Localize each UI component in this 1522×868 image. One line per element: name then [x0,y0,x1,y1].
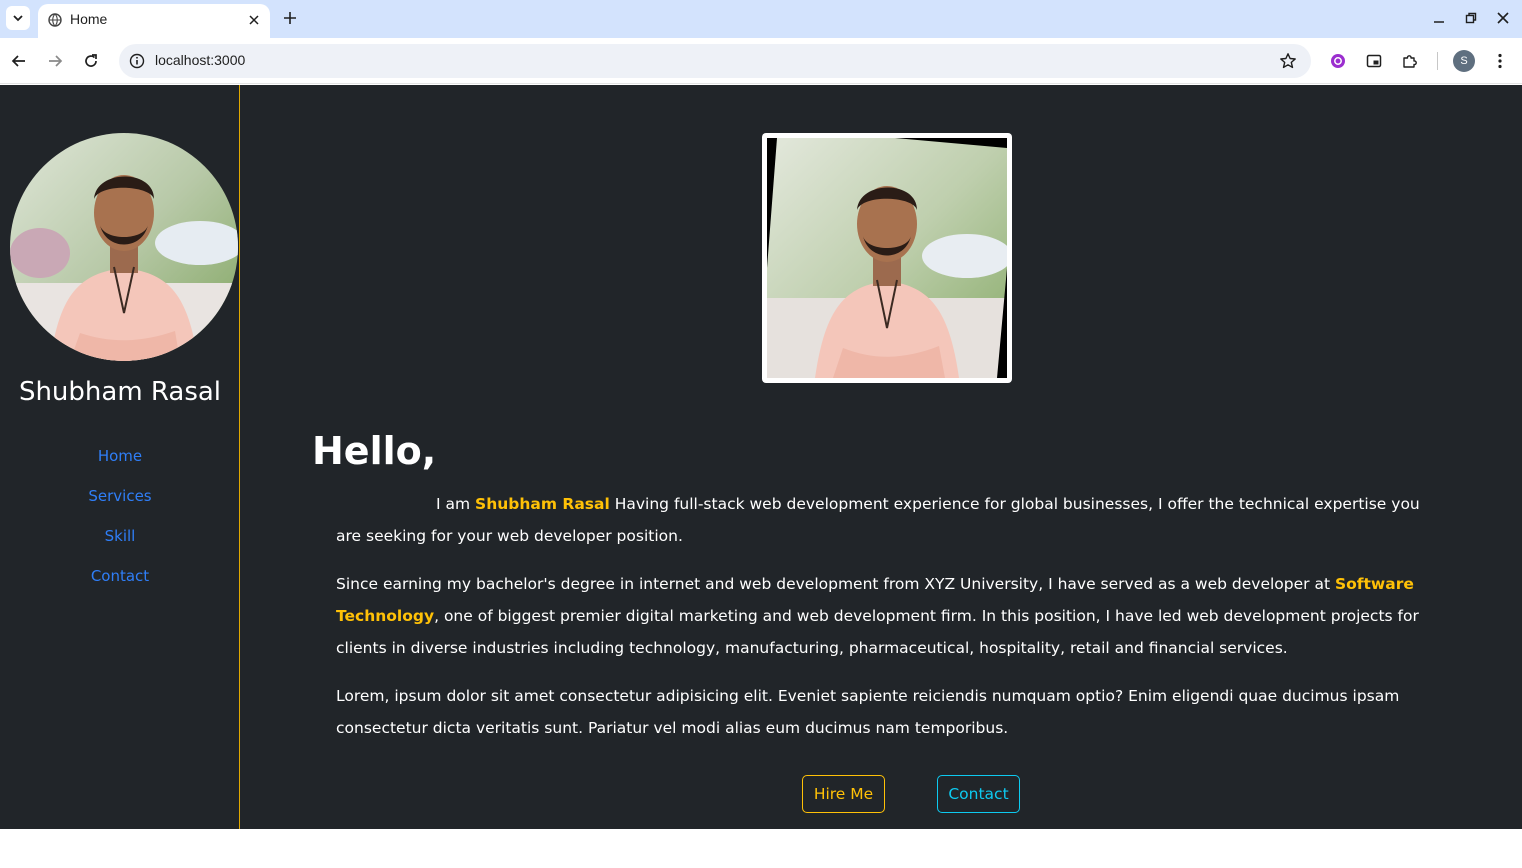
experience-rest: , one of biggest premier digital marketi… [336,607,1419,657]
picture-in-picture-icon [1366,54,1382,68]
nav-link-home[interactable]: Home [0,447,240,465]
extensions-menu-button[interactable] [1399,50,1421,72]
browser-toolbar: localhost:3000 S [0,38,1522,84]
experience-paragraph: Since earning my bachelor's degree in in… [336,568,1426,664]
arrow-left-icon [11,55,25,67]
new-tab-button[interactable] [280,8,300,28]
plus-icon [284,12,296,24]
minimize-icon [1434,21,1444,23]
url-text[interactable]: localhost:3000 [155,52,245,68]
restore-window-button[interactable] [1463,10,1479,26]
page-viewport: Shubham Rasal Home Services Skill Contac… [0,85,1522,829]
tab-search-button[interactable] [6,6,30,30]
main-content: Hello, I am Shubham Rasal Having full-st… [241,85,1522,829]
window-bottom-edge [0,829,1522,868]
browser-tab-active[interactable]: Home [38,4,270,38]
forward-button[interactable] [44,50,66,72]
hire-me-button[interactable]: Hire Me [802,775,885,813]
address-bar[interactable]: localhost:3000 [119,44,1311,78]
profile-avatar-button[interactable]: S [1453,50,1475,72]
person-photo-icon [10,133,238,361]
puzzle-icon [1403,55,1417,68]
more-vertical-icon [1498,53,1502,69]
profile-initial: S [1460,55,1468,67]
close-window-button[interactable] [1495,10,1511,26]
nav-link-contact[interactable]: Contact [0,567,240,585]
minimize-window-button[interactable] [1431,10,1447,26]
browser-tab-strip: Home [0,0,1522,38]
chevron-down-icon [13,15,23,22]
greeting-heading: Hello, [312,429,437,473]
nav-link-skill[interactable]: Skill [0,527,240,545]
experience-lead: Since earning my bachelor's degree in in… [336,575,1335,593]
extension-button[interactable] [1327,50,1349,72]
restore-icon [1465,12,1477,24]
extension-logo-icon [1331,54,1345,68]
browser-menu-button[interactable] [1489,50,1511,72]
toolbar-divider [1437,52,1438,70]
close-icon [1497,12,1509,24]
person-photo-icon [767,138,1007,378]
reload-icon [85,54,97,67]
arrow-right-icon [49,55,63,67]
profile-photo-round [10,133,238,361]
highlight-name: Shubham Rasal [475,495,610,513]
site-owner-name: Shubham Rasal [18,377,222,407]
site-info-icon[interactable] [129,53,145,69]
hero-photo-frame [762,133,1012,383]
sidebar: Shubham Rasal Home Services Skill Contac… [0,85,240,829]
nav-link-services[interactable]: Services [0,487,240,505]
bookmark-star-icon[interactable] [1279,52,1297,70]
reload-button[interactable] [80,50,102,72]
globe-icon [48,13,62,27]
hero-photo [767,138,1007,378]
tab-title: Home [70,11,108,27]
intro-paragraph: I am Shubham Rasal Having full-stack web… [336,488,1426,552]
back-button[interactable] [8,50,30,72]
lorem-paragraph: Lorem, ipsum dolor sit amet consectetur … [336,687,1400,737]
intro-lead: I am [436,495,476,513]
picture-in-picture-button[interactable] [1363,50,1385,72]
contact-button[interactable]: Contact [937,775,1020,813]
close-tab-icon[interactable] [246,12,262,28]
